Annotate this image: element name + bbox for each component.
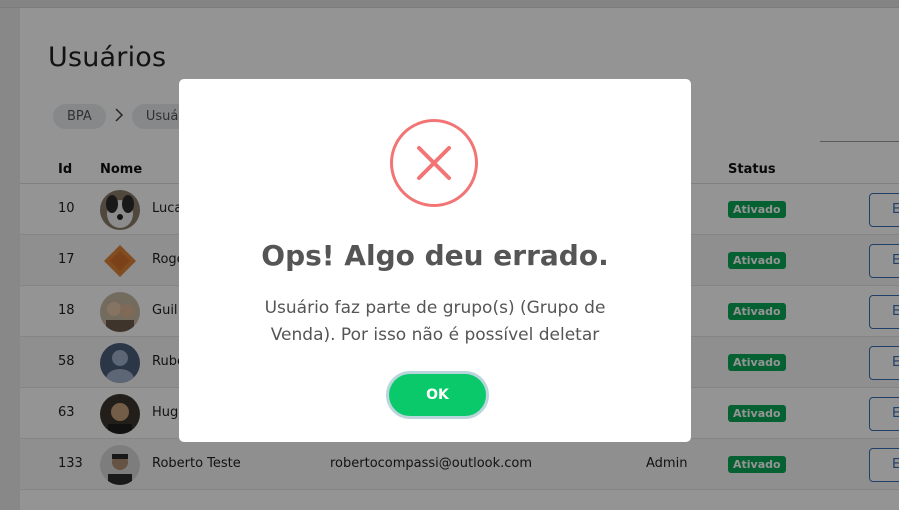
error-x-icon	[390, 119, 478, 207]
ok-button[interactable]: OK	[386, 371, 489, 419]
dialog-title: Ops! Algo deu errado.	[261, 239, 609, 272]
dialog-message: Usuário faz parte de grupo(s) (Grupo de …	[264, 298, 606, 345]
error-dialog: Ops! Algo deu errado. Usuário faz parte …	[179, 79, 691, 442]
